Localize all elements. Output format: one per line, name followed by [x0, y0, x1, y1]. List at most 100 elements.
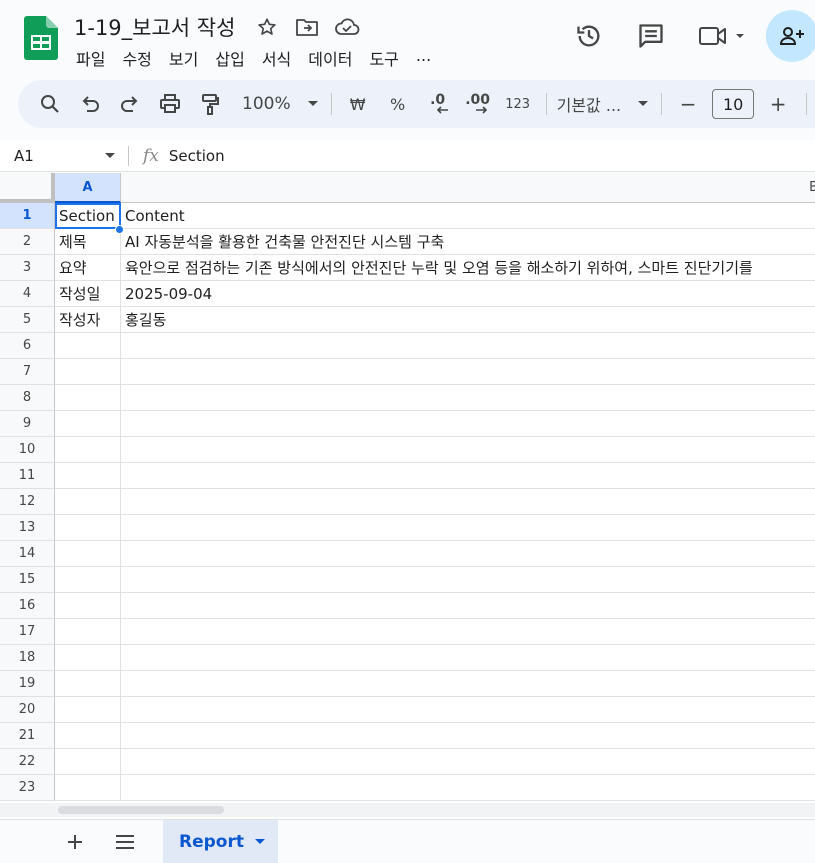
meet-video-icon[interactable] — [692, 11, 752, 61]
cell-a[interactable] — [55, 411, 121, 437]
row-header[interactable]: 7 — [0, 359, 55, 385]
cell-a[interactable] — [55, 515, 121, 541]
row-header[interactable]: 10 — [0, 437, 55, 463]
cell-b[interactable] — [121, 645, 815, 671]
sheet-tab-report[interactable]: Report — [163, 820, 278, 863]
cell-a[interactable] — [55, 645, 121, 671]
row-header[interactable]: 4 — [0, 281, 55, 307]
cell-a[interactable]: 작성일 — [55, 281, 121, 307]
menu-file[interactable]: 파일 — [76, 46, 114, 70]
print-icon[interactable] — [154, 88, 186, 120]
row-header[interactable]: 18 — [0, 645, 55, 671]
cell-b[interactable] — [121, 723, 815, 749]
row-header[interactable]: 19 — [0, 671, 55, 697]
cloud-saved-icon[interactable] — [334, 14, 360, 40]
column-header-a[interactable]: A — [55, 173, 121, 203]
cell-b[interactable] — [121, 411, 815, 437]
cell-a[interactable] — [55, 671, 121, 697]
zoom-select[interactable]: 100% — [242, 88, 319, 120]
move-folder-icon[interactable] — [294, 14, 320, 40]
select-all-corner[interactable] — [0, 173, 55, 203]
menu-data[interactable]: 데이터 — [308, 46, 361, 70]
cell-a[interactable] — [55, 593, 121, 619]
format-percent-button[interactable]: % — [382, 88, 414, 120]
cell-a[interactable]: 작성자 — [55, 307, 121, 333]
sheet-grid[interactable]: A B 1 Section Content 2 제목 AI 자동분석을 활용한 건축물 안… — [0, 173, 815, 803]
row-header[interactable]: 11 — [0, 463, 55, 489]
cell-b[interactable] — [121, 749, 815, 775]
menu-insert[interactable]: 삽입 — [215, 46, 253, 70]
cell-a[interactable] — [55, 359, 121, 385]
more-formats-button[interactable]: 123 — [502, 88, 534, 120]
font-size-input[interactable]: 10 — [712, 89, 755, 119]
menu-view[interactable]: 보기 — [169, 46, 207, 70]
cell-a[interactable]: 요약 — [55, 255, 121, 281]
cell-b[interactable]: 육안으로 점검하는 기존 방식에서의 안전진단 누락 및 오염 등을 해소하기 … — [121, 255, 815, 281]
share-button[interactable] — [766, 10, 815, 62]
cell-b[interactable] — [121, 489, 815, 515]
cell-b[interactable] — [121, 385, 815, 411]
sheets-logo-icon[interactable] — [24, 16, 58, 60]
increase-decimal-button[interactable]: .00 — [462, 88, 494, 120]
row-header[interactable]: 14 — [0, 541, 55, 567]
fill-handle[interactable] — [115, 225, 124, 234]
row-header[interactable]: 3 — [0, 255, 55, 281]
row-header[interactable]: 21 — [0, 723, 55, 749]
row-header[interactable]: 20 — [0, 697, 55, 723]
comments-icon[interactable] — [628, 11, 674, 61]
font-size-increase-button[interactable]: + — [762, 88, 794, 120]
decrease-decimal-button[interactable]: .0 — [422, 88, 454, 120]
cell-b[interactable]: 2025-09-04 — [121, 281, 815, 307]
search-menus-icon[interactable] — [34, 88, 66, 120]
cell-b[interactable] — [121, 463, 815, 489]
row-header[interactable]: 12 — [0, 489, 55, 515]
cell-a[interactable] — [55, 541, 121, 567]
font-size-decrease-button[interactable]: − — [672, 88, 704, 120]
cell-b[interactable] — [121, 515, 815, 541]
menu-more[interactable]: ... — [416, 46, 440, 70]
cell-b[interactable] — [121, 359, 815, 385]
cell-b[interactable] — [121, 697, 815, 723]
cell-b[interactable] — [121, 593, 815, 619]
cell-a[interactable] — [55, 463, 121, 489]
row-header[interactable]: 6 — [0, 333, 55, 359]
undo-icon[interactable] — [74, 88, 106, 120]
cell-a[interactable] — [55, 489, 121, 515]
cell-b[interactable]: AI 자동분석을 활용한 건축물 안전진단 시스템 구축 — [121, 229, 815, 255]
font-select[interactable]: 기본값 ... — [557, 88, 650, 120]
active-cell[interactable]: Section — [55, 203, 121, 229]
cell-b[interactable] — [121, 567, 815, 593]
row-header[interactable]: 17 — [0, 619, 55, 645]
paint-format-icon[interactable] — [194, 88, 226, 120]
row-header[interactable]: 15 — [0, 567, 55, 593]
cell-b[interactable] — [121, 541, 815, 567]
cell-a[interactable] — [55, 749, 121, 775]
cell-b[interactable] — [121, 333, 815, 359]
scrollbar-thumb[interactable] — [58, 806, 224, 814]
column-header-b[interactable]: B — [121, 173, 815, 203]
row-header[interactable]: 5 — [0, 307, 55, 333]
cell-b[interactable] — [121, 775, 815, 801]
menu-edit[interactable]: 수정 — [122, 46, 160, 70]
menu-tools[interactable]: 도구 — [369, 46, 407, 70]
all-sheets-button[interactable] — [100, 820, 150, 863]
cell-a[interactable] — [55, 697, 121, 723]
document-title[interactable]: 1-19_보고서 작성 — [74, 12, 235, 42]
row-header[interactable]: 22 — [0, 749, 55, 775]
cell-b[interactable]: Content — [121, 203, 815, 229]
row-header[interactable]: 2 — [0, 229, 55, 255]
redo-icon[interactable] — [114, 88, 146, 120]
format-currency-button[interactable]: ₩ — [342, 88, 374, 120]
cell-a[interactable] — [55, 567, 121, 593]
cell-a[interactable] — [55, 723, 121, 749]
cell-b[interactable] — [121, 619, 815, 645]
cell-a[interactable] — [55, 437, 121, 463]
row-header[interactable]: 9 — [0, 411, 55, 437]
horizontal-scrollbar[interactable] — [0, 803, 815, 817]
row-header[interactable]: 1 — [0, 203, 55, 229]
cell-a[interactable] — [55, 333, 121, 359]
row-header[interactable]: 23 — [0, 775, 55, 801]
cell-a[interactable] — [55, 385, 121, 411]
cell-a[interactable] — [55, 775, 121, 801]
name-box[interactable]: A1 — [0, 147, 128, 165]
